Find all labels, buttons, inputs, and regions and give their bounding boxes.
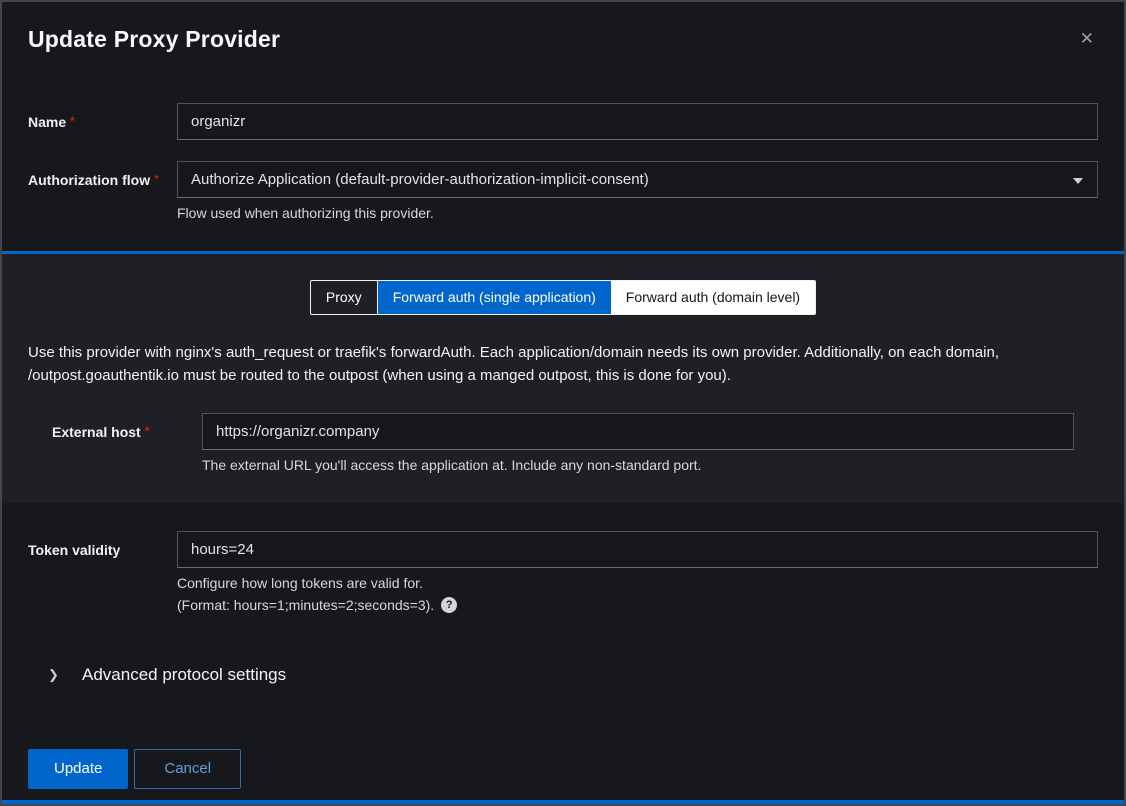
token-validity-input[interactable] bbox=[177, 531, 1098, 568]
authorization-flow-help: Flow used when authorizing this provider… bbox=[177, 205, 1098, 221]
advanced-protocol-settings-toggle[interactable]: ❯ Advanced protocol settings bbox=[28, 665, 1098, 685]
name-input[interactable] bbox=[177, 103, 1098, 140]
tab-forward-auth-domain-level[interactable]: Forward auth (domain level) bbox=[611, 281, 815, 314]
bottom-accent-bar bbox=[2, 800, 1124, 804]
external-host-help: The external URL you'll access the appli… bbox=[202, 457, 1074, 473]
update-button[interactable]: Update bbox=[28, 749, 128, 789]
chevron-down-icon bbox=[1073, 178, 1083, 184]
token-validity-format: (Format: hours=1;minutes=2;seconds=3). ? bbox=[177, 597, 1098, 613]
modal-body: Name* Authorization flow* Authorize Appl… bbox=[2, 103, 1124, 789]
tab-proxy[interactable]: Proxy bbox=[311, 281, 378, 314]
proxy-mode-card: Proxy Forward auth (single application) … bbox=[2, 251, 1124, 503]
authorization-flow-value: Authorize Application (default-provider-… bbox=[191, 171, 649, 188]
cancel-button[interactable]: Cancel bbox=[134, 749, 241, 789]
close-icon: ✕ bbox=[1080, 29, 1094, 48]
required-asterisk: * bbox=[145, 424, 150, 438]
mode-description: Use this provider with nginx's auth_requ… bbox=[28, 341, 1038, 388]
mode-toggle-group: Proxy Forward auth (single application) … bbox=[28, 280, 1098, 315]
chevron-right-icon: ❯ bbox=[48, 667, 62, 683]
modal-actions: Update Cancel bbox=[28, 749, 1098, 789]
token-validity-row: Token validity Configure how long tokens… bbox=[28, 531, 1098, 613]
authorization-flow-select[interactable]: Authorize Application (default-provider-… bbox=[177, 161, 1098, 198]
required-asterisk: * bbox=[154, 172, 159, 186]
modal-header: Update Proxy Provider ✕ bbox=[2, 2, 1124, 53]
update-proxy-provider-modal: { "modal": { "title": "Update Proxy Prov… bbox=[0, 0, 1126, 806]
required-asterisk: * bbox=[70, 114, 75, 128]
close-button[interactable]: ✕ bbox=[1076, 26, 1098, 51]
authorization-flow-label: Authorization flow* bbox=[28, 161, 177, 188]
advanced-protocol-settings-label: Advanced protocol settings bbox=[82, 665, 286, 685]
external-host-label: External host* bbox=[52, 413, 202, 440]
token-validity-label: Token validity bbox=[28, 531, 177, 558]
name-field-row: Name* bbox=[28, 103, 1098, 140]
name-label: Name* bbox=[28, 103, 177, 130]
external-host-input[interactable] bbox=[202, 413, 1074, 450]
authorization-flow-row: Authorization flow* Authorize Applicatio… bbox=[28, 161, 1098, 221]
external-host-row: External host* The external URL you'll a… bbox=[52, 413, 1074, 473]
token-validity-help: Configure how long tokens are valid for. bbox=[177, 575, 1098, 591]
tab-forward-auth-single-application[interactable]: Forward auth (single application) bbox=[378, 281, 611, 314]
help-question-icon[interactable]: ? bbox=[441, 597, 457, 613]
modal-title: Update Proxy Provider bbox=[28, 26, 280, 53]
